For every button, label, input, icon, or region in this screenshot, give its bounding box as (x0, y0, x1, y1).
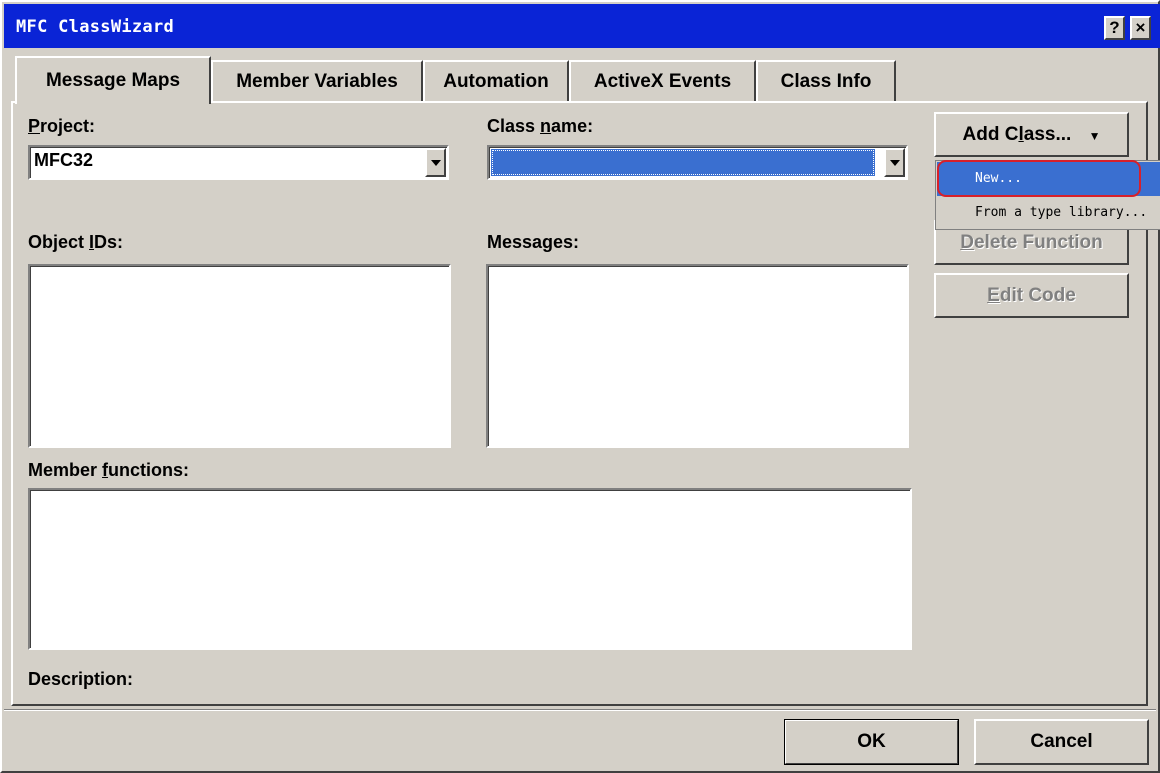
project-value: MFC32 (34, 150, 94, 170)
window-title: MFC ClassWizard (16, 17, 175, 37)
tab-automation[interactable]: Automation (423, 60, 569, 102)
classwizard-window: MFC ClassWizard ? × Message Maps Member … (0, 0, 1160, 773)
tab-class-info[interactable]: Class Info (756, 60, 896, 102)
class-name-combo[interactable] (487, 145, 908, 180)
tab-member-variables[interactable]: Member Variables (211, 60, 423, 102)
help-icon: ? (1109, 18, 1120, 37)
messages-label: Messages: (487, 232, 580, 252)
bottom-separator (4, 709, 1156, 711)
class-name-label: Class name: (487, 116, 594, 136)
close-icon: × (1135, 18, 1146, 37)
help-button[interactable]: ? (1104, 16, 1125, 40)
class-name-selection (491, 149, 875, 176)
chevron-down-icon (890, 160, 900, 166)
chevron-down-icon (431, 160, 441, 166)
description-label: Description: (28, 669, 134, 689)
object-ids-label: Object IDs: (28, 232, 124, 252)
project-label: Project: (28, 116, 96, 136)
object-ids-list[interactable] (28, 264, 451, 448)
dropdown-arrow-icon: ▼ (1088, 129, 1101, 143)
messages-list[interactable] (486, 264, 909, 448)
tab-activex-events[interactable]: ActiveX Events (569, 60, 756, 102)
title-bar[interactable]: MFC ClassWizard ? × (4, 4, 1160, 48)
add-class-button[interactable]: Add Class... ▼ (934, 112, 1129, 157)
class-name-dropdown-button[interactable] (884, 148, 905, 177)
member-functions-label: Member functions: (28, 460, 190, 480)
cancel-button[interactable]: Cancel (974, 719, 1149, 765)
project-combo[interactable]: MFC32 (28, 145, 449, 180)
project-dropdown-button[interactable] (425, 148, 446, 177)
member-functions-list[interactable] (28, 488, 912, 650)
highlight-annotation (937, 160, 1141, 197)
ok-button[interactable]: OK (784, 719, 959, 765)
edit-code-button[interactable]: Edit Code (934, 273, 1129, 318)
menu-item-from-type-library[interactable]: From a type library... (937, 198, 1160, 228)
close-button[interactable]: × (1130, 16, 1151, 40)
tab-message-maps[interactable]: Message Maps (15, 56, 211, 104)
